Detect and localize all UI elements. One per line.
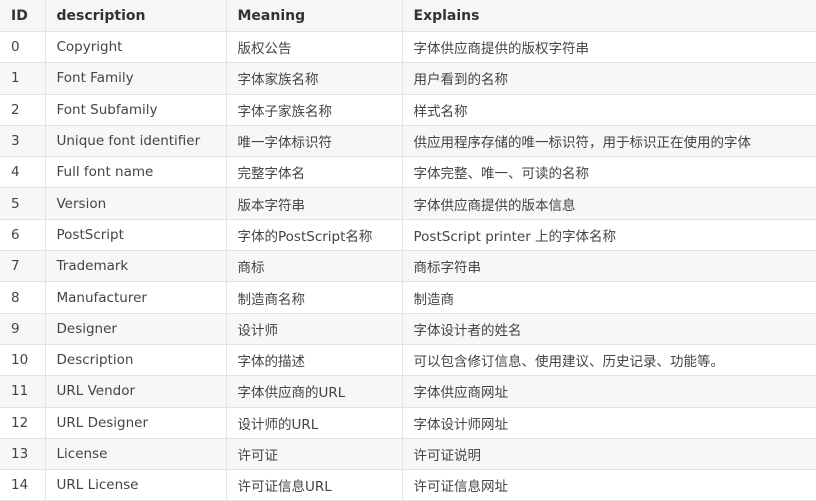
cell-explains: 字体设计者的姓名: [401, 312, 816, 345]
table-row: 4 Full font name 完整字体名 字体完整、唯一、可读的名称: [0, 156, 816, 189]
cell-description: Font Family: [44, 62, 227, 95]
header-description: description: [44, 0, 227, 32]
cell-description: Trademark: [44, 250, 227, 283]
cell-description: PostScript: [44, 218, 227, 252]
cell-description: Manufacturer: [44, 281, 227, 314]
cell-id: 2: [0, 93, 46, 126]
table-row: 8 Manufacturer 制造商名称 制造商: [0, 281, 816, 314]
cell-id: 10: [0, 343, 46, 377]
cell-explains: 许可证说明: [401, 437, 816, 471]
cell-meaning: 完整字体名: [225, 156, 403, 189]
table-row: 3 Unique font identifier 唯一字体标识符 供应用程序存储的唯一…: [0, 124, 816, 158]
cell-description: Full font name: [44, 156, 227, 189]
table-header-row: ID description Meaning Explains: [0, 0, 816, 32]
cell-meaning: 版本字符串: [225, 187, 403, 220]
table-row: 6 PostScript 字体的PostScript名称 PostScript pri…: [0, 218, 816, 252]
cell-meaning: 许可证: [225, 437, 403, 471]
cell-id: 4: [0, 156, 46, 189]
cell-explains: 用户看到的名称: [401, 62, 816, 95]
cell-description: Designer: [44, 312, 227, 345]
table-row: 13 License 许可证 许可证说明: [0, 437, 816, 471]
header-explains: Explains: [401, 0, 816, 32]
cell-meaning: 许可证信息URL: [225, 469, 403, 501]
cell-id: 5: [0, 187, 46, 220]
cell-id: 0: [0, 30, 46, 64]
cell-id: 14: [0, 469, 46, 501]
cell-id: 12: [0, 406, 46, 439]
cell-explains: 字体供应商提供的版权字符串: [401, 30, 816, 64]
cell-explains: PostScript printer 上的字体名称: [401, 218, 816, 252]
cell-meaning: 版权公告: [225, 30, 403, 64]
cell-meaning: 字体的描述: [225, 343, 403, 377]
cell-explains: 供应用程序存储的唯一标识符，用于标识正在使用的字体: [401, 124, 816, 158]
table-row: 7 Trademark 商标 商标字符串: [0, 250, 816, 283]
cell-description: Description: [44, 343, 227, 377]
table-row: 1 Font Family 字体家族名称 用户看到的名称: [0, 62, 816, 95]
cell-description: Unique font identifier: [44, 124, 227, 158]
cell-id: 13: [0, 437, 46, 471]
cell-description: URL Designer: [44, 406, 227, 439]
cell-meaning: 字体子家族名称: [225, 93, 403, 126]
cell-description: Copyright: [44, 30, 227, 64]
cell-explains: 字体供应商网址: [401, 375, 816, 408]
header-id: ID: [0, 0, 46, 32]
cell-id: 3: [0, 124, 46, 158]
table-row: 10 Description 字体的描述 可以包含修订信息、使用建议、历史记录、功能等…: [0, 343, 816, 377]
cell-explains: 制造商: [401, 281, 816, 314]
cell-id: 8: [0, 281, 46, 314]
cell-description: URL Vendor: [44, 375, 227, 408]
cell-explains: 字体供应商提供的版本信息: [401, 187, 816, 220]
cell-id: 1: [0, 62, 46, 95]
cell-id: 6: [0, 218, 46, 252]
cell-explains: 可以包含修订信息、使用建议、历史记录、功能等。: [401, 343, 816, 377]
table-row: 14 URL License 许可证信息URL 许可证信息网址: [0, 469, 816, 501]
cell-description: Font Subfamily: [44, 93, 227, 126]
cell-id: 9: [0, 312, 46, 345]
font-name-table: ID description Meaning Explains 0 Copyrig…: [0, 0, 816, 501]
cell-meaning: 设计师: [225, 312, 403, 345]
table-row: 11 URL Vendor 字体供应商的URL 字体供应商网址: [0, 375, 816, 408]
cell-id: 7: [0, 250, 46, 283]
table-row: 9 Designer 设计师 字体设计者的姓名: [0, 312, 816, 345]
cell-id: 11: [0, 375, 46, 408]
cell-meaning: 设计师的URL: [225, 406, 403, 439]
table-row: 5 Version 版本字符串 字体供应商提供的版本信息: [0, 187, 816, 220]
cell-description: URL License: [44, 469, 227, 501]
cell-explains: 样式名称: [401, 93, 816, 126]
cell-description: License: [44, 437, 227, 471]
cell-meaning: 商标: [225, 250, 403, 283]
cell-meaning: 唯一字体标识符: [225, 124, 403, 158]
cell-explains: 字体设计师网址: [401, 406, 816, 439]
cell-description: Version: [44, 187, 227, 220]
table-row: 2 Font Subfamily 字体子家族名称 样式名称: [0, 93, 816, 126]
cell-meaning: 字体的PostScript名称: [225, 218, 403, 252]
cell-explains: 商标字符串: [401, 250, 816, 283]
cell-meaning: 字体家族名称: [225, 62, 403, 95]
table-row: 0 Copyright 版权公告 字体供应商提供的版权字符串: [0, 30, 816, 64]
cell-explains: 许可证信息网址: [401, 469, 816, 501]
table-row: 12 URL Designer 设计师的URL 字体设计师网址: [0, 406, 816, 439]
cell-meaning: 字体供应商的URL: [225, 375, 403, 408]
table-body: 0 Copyright 版权公告 字体供应商提供的版权字符串 1 Font Family 字…: [0, 30, 816, 501]
cell-explains: 字体完整、唯一、可读的名称: [401, 156, 816, 189]
header-meaning: Meaning: [225, 0, 403, 32]
cell-meaning: 制造商名称: [225, 281, 403, 314]
